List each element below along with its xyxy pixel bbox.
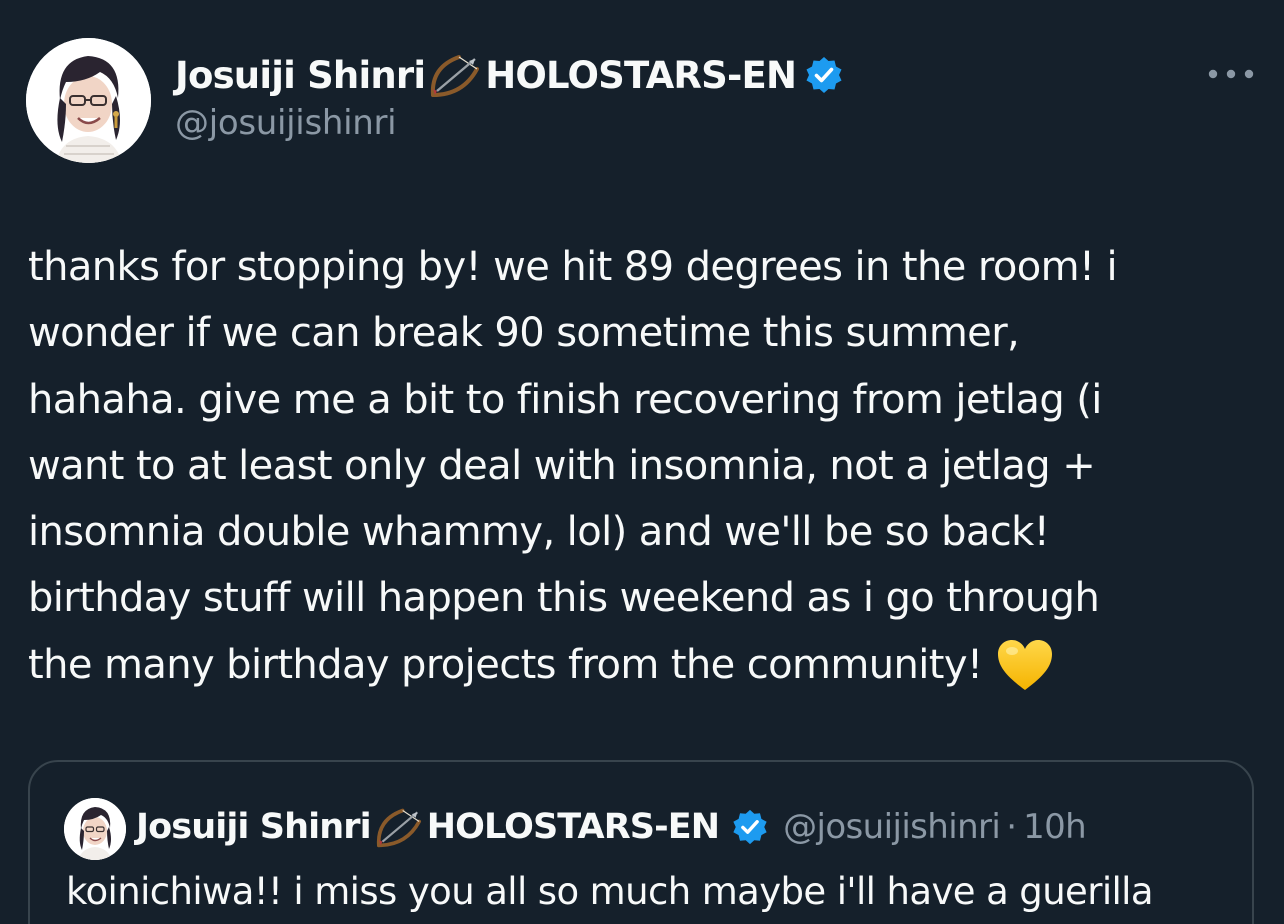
quoted-handle[interactable]: @josuijishinri [783, 807, 1001, 847]
quoted-name-suffix[interactable]: HOLOSTARS-EN [427, 807, 720, 847]
bow-and-arrow-icon [373, 805, 425, 849]
verified-badge-icon[interactable] [804, 55, 844, 95]
quoted-timestamp[interactable]: 10h [1023, 807, 1087, 847]
verified-badge-icon[interactable] [731, 808, 769, 846]
quoted-author-row: Josuiji Shinri HOLOSTARS-EN @josuijishin… [136, 802, 1087, 852]
tweet-line: thanks for stopping by! we hit 89 degree… [28, 244, 1118, 290]
quoted-tweet-text: koinichiwa!! i miss you all so much mayb… [66, 870, 1154, 913]
author-handle[interactable]: @josuijishinri [175, 103, 397, 143]
tweet-line: wonder if we can break 90 sometime this … [28, 310, 1020, 357]
author-avatar-image [26, 38, 151, 163]
tweet-last-line: the many birthday projects from the comm… [28, 632, 1248, 698]
author-display-name[interactable]: Josuiji Shinri [175, 54, 426, 97]
author-name-suffix[interactable]: HOLOSTARS-EN [485, 54, 797, 97]
tweet-line: hahaha. give me a bit to finish recoveri… [28, 376, 1102, 423]
quoted-tweet-card[interactable]: Josuiji Shinri HOLOSTARS-EN @josuijishin… [28, 760, 1254, 924]
quoted-avatar-image [64, 798, 126, 860]
author-avatar[interactable] [26, 38, 151, 163]
yellow-heart-icon [996, 638, 1054, 692]
quoted-author-avatar[interactable] [64, 798, 126, 860]
tweet-text: thanks for stopping by! we hit 89 degree… [28, 234, 1248, 698]
tweet-line: birthday stuff will happen this weekend … [28, 575, 1100, 622]
author-name-row: Josuiji Shinri HOLOSTARS-EN [175, 50, 844, 100]
tweet-line: want to at least only deal with insomnia… [28, 442, 1096, 489]
more-options-icon[interactable] [1204, 56, 1258, 92]
tweet-line-text: the many birthday projects from the comm… [28, 641, 983, 688]
bow-and-arrow-icon [427, 51, 483, 99]
quoted-separator: · [1006, 807, 1018, 847]
tweet-line: insomnia double whammy, lol) and we'll b… [28, 509, 1050, 556]
quoted-display-name[interactable]: Josuiji Shinri [136, 807, 372, 847]
